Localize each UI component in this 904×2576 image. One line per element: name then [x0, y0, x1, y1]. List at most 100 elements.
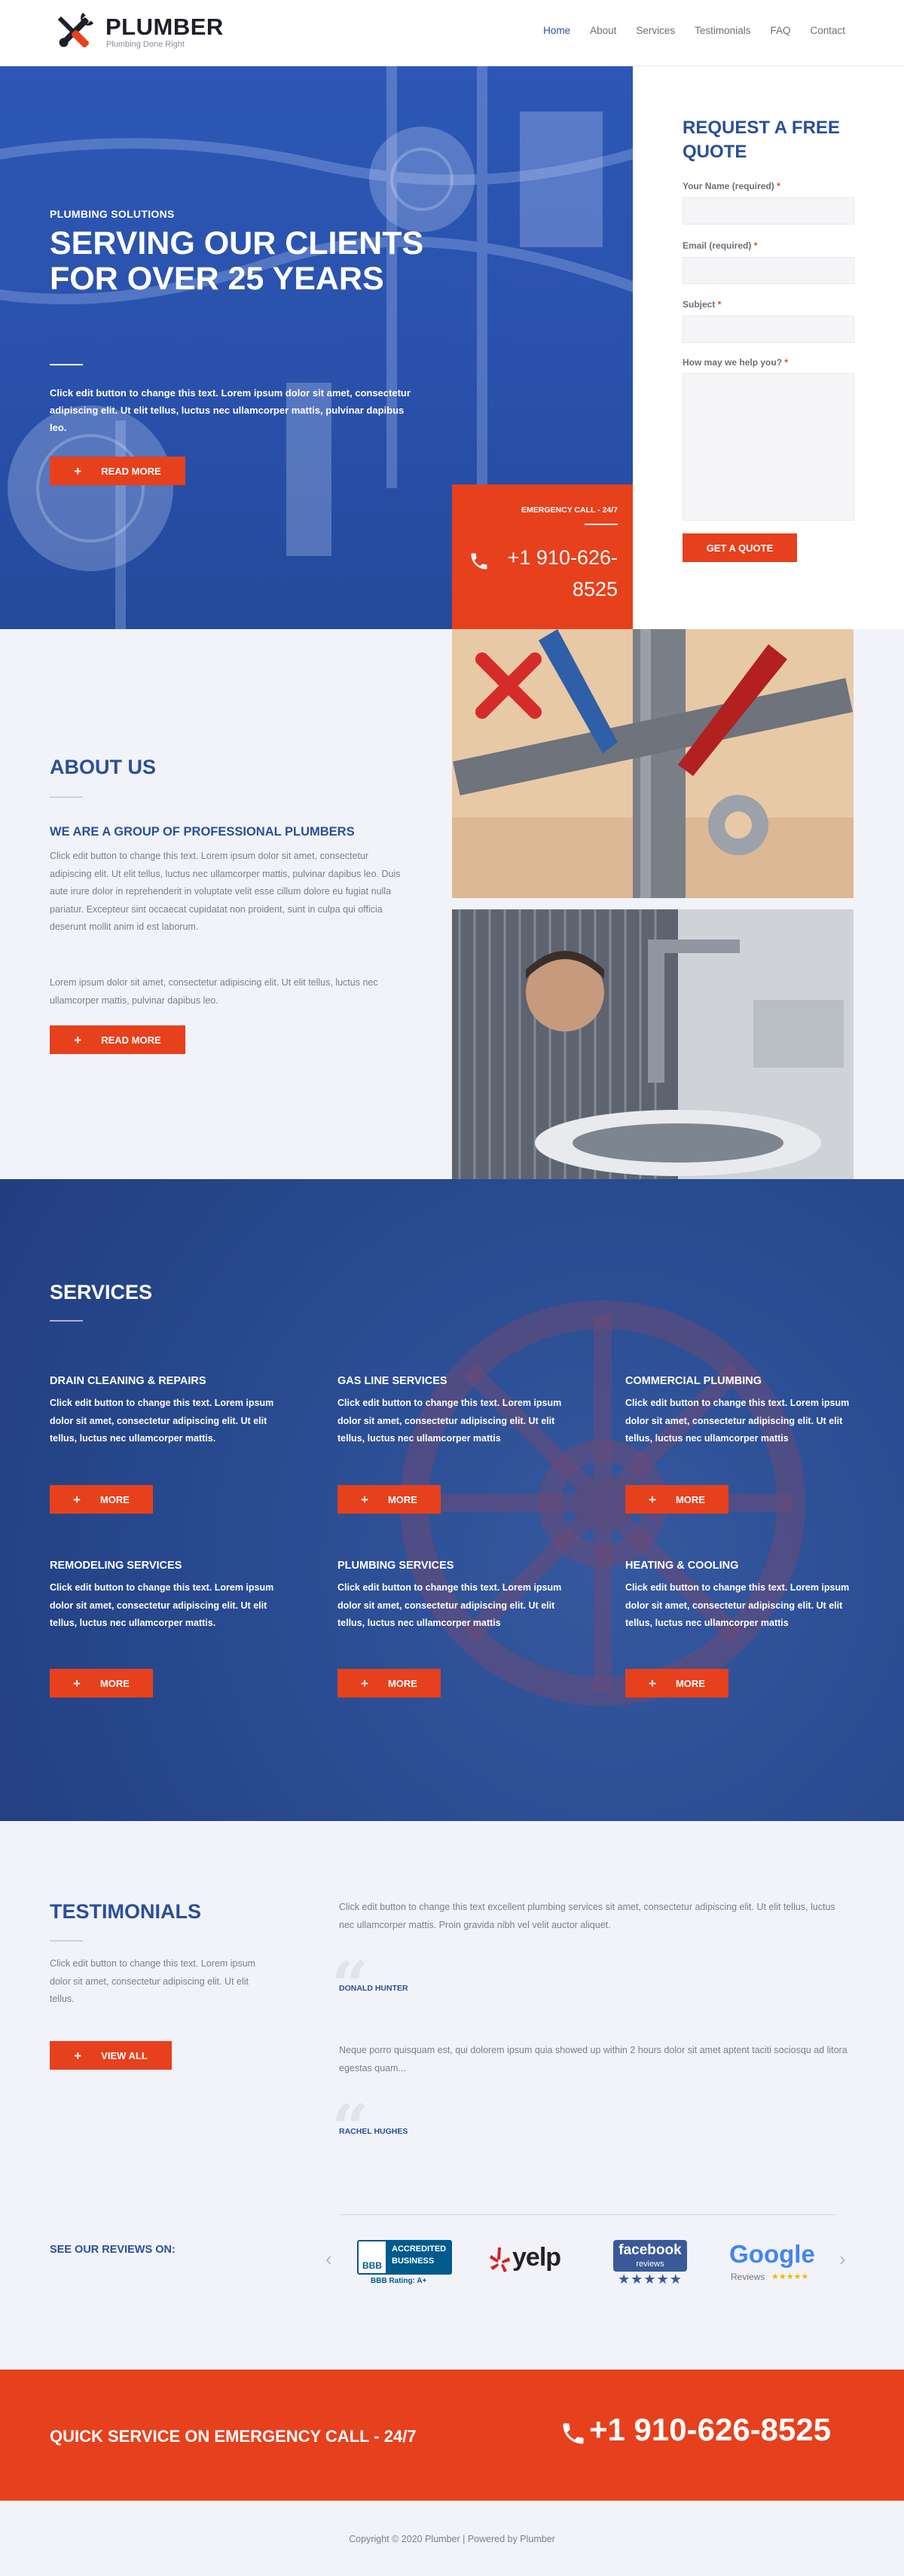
- bbb-review-badge[interactable]: BBB ACCREDITED BUSINESS BBB Rating: A+: [357, 2240, 452, 2288]
- email-field[interactable]: [683, 257, 854, 284]
- testimonials-section: TESTIMONIALS Click edit button to change…: [0, 1821, 904, 2370]
- testimonial-quote: Click edit button to change this text ex…: [339, 1902, 835, 1930]
- subject-field[interactable]: [683, 316, 854, 343]
- about-section: ABOUT US WE ARE A GROUP OF PROFESSIONAL …: [0, 629, 904, 1179]
- hero-divider: [50, 364, 83, 365]
- service-card: PLUMBING SERVICES Click edit button to c…: [337, 1560, 563, 1633]
- main-nav: Home About Services Testimonials FAQ Con…: [543, 25, 845, 36]
- service-text: Click edit button to change this text. L…: [50, 1398, 274, 1444]
- name-label: Your Name (required) *: [683, 181, 780, 191]
- quote-form-title: REQUEST A FREE QUOTE: [683, 118, 840, 162]
- more-label: MORE: [99, 1677, 130, 1689]
- plumber-fixing-sink-photo: [452, 909, 854, 1179]
- service-card: REMODELING SERVICES Click edit button to…: [50, 1560, 276, 1633]
- about-subtitle: WE ARE A GROUP OF PROFESSIONAL PLUMBERS: [50, 825, 355, 839]
- service-title: REMODELING SERVICES: [50, 1560, 182, 1572]
- service-title: GAS LINE SERVICES: [337, 1375, 447, 1387]
- service-more-button[interactable]: + MORE: [50, 1485, 153, 1514]
- emergency-band-phone[interactable]: +1 910-626-8525: [589, 2412, 831, 2448]
- message-textarea[interactable]: [683, 373, 854, 521]
- testimonials-divider: [50, 1940, 83, 1942]
- service-title: COMMERCIAL PLUMBING: [625, 1375, 762, 1387]
- plus-icon: +: [74, 463, 82, 478]
- google-review-badge[interactable]: Google Reviews ★★★★★: [725, 2240, 820, 2288]
- service-more-button[interactable]: + MORE: [50, 1669, 153, 1697]
- facebook-review-badge[interactable]: facebook reviews ★★★★★: [613, 2240, 687, 2288]
- reviews-label: SEE OUR REVIEWS ON:: [50, 2244, 176, 2256]
- nav-home[interactable]: Home: [543, 25, 570, 36]
- reviews-divider: [339, 2214, 836, 2215]
- plus-icon: +: [73, 1492, 81, 1507]
- nav-faq[interactable]: FAQ: [770, 25, 790, 36]
- service-more-button[interactable]: + MORE: [337, 1669, 441, 1697]
- service-more-button[interactable]: + MORE: [625, 1669, 728, 1697]
- hero-read-more-label: READ MORE: [101, 465, 161, 477]
- plus-icon: +: [361, 1676, 368, 1691]
- emergency-band-text: QUICK SERVICE ON EMERGENCY CALL - 24/7: [50, 2427, 417, 2446]
- get-a-quote-button[interactable]: GET A QUOTE: [683, 533, 797, 562]
- view-all-button[interactable]: + VIEW ALL: [50, 2041, 172, 2070]
- services-title: SERVICES: [50, 1281, 153, 1303]
- chevron-left-icon[interactable]: ‹: [325, 2248, 332, 2271]
- view-all-label: VIEW ALL: [101, 2049, 148, 2061]
- plus-icon: +: [361, 1492, 368, 1507]
- quote-form: REQUEST A FREE QUOTE Your Name (required…: [633, 66, 904, 629]
- copyright-text: Copyright © 2020 Plumber | Powered by Pl…: [349, 2534, 555, 2544]
- bbb-rating: BBB Rating: A+: [371, 2277, 427, 2285]
- hero-title: SERVING OUR CLIENTS FOR OVER 25 YEARS: [50, 225, 424, 297]
- about-read-more-label: READ MORE: [101, 1034, 161, 1046]
- emergency-call-band: QUICK SERVICE ON EMERGENCY CALL - 24/7 +…: [0, 2370, 904, 2501]
- bbb-torch-icon: BBB: [359, 2241, 386, 2273]
- plus-icon: +: [649, 1676, 656, 1691]
- service-title: DRAIN CLEANING & REPAIRS: [50, 1375, 206, 1387]
- about-read-more-button[interactable]: + READ MORE: [50, 1025, 185, 1054]
- service-text: Click edit button to change this text. L…: [50, 1582, 274, 1628]
- facebook-stars: ★★★★★: [618, 2272, 683, 2287]
- service-text: Click edit button to change this text. L…: [625, 1398, 850, 1444]
- facebook-wordmark: facebook: [618, 2242, 682, 2258]
- service-card: COMMERCIAL PLUMBING Click edit button to…: [625, 1375, 851, 1448]
- email-label: Email (required) *: [683, 240, 758, 251]
- emergency-call-label: EMERGENCY CALL - 24/7: [521, 506, 618, 515]
- yelp-review-badge[interactable]: yelp: [488, 2243, 571, 2281]
- plus-icon: +: [649, 1492, 656, 1507]
- testimonial-author: RACHEL HUGHES: [339, 2127, 408, 2136]
- nav-contact[interactable]: Contact: [810, 25, 845, 36]
- phone-icon: [471, 553, 487, 570]
- more-label: MORE: [387, 1677, 417, 1689]
- subject-label: Subject *: [683, 299, 722, 310]
- google-stars: ★★★★★: [771, 2272, 809, 2281]
- service-more-button[interactable]: + MORE: [625, 1485, 728, 1514]
- more-label: MORE: [387, 1493, 417, 1505]
- phone-icon: [563, 2423, 584, 2444]
- site-brand[interactable]: PLUMBER: [105, 14, 224, 41]
- more-label: MORE: [675, 1493, 705, 1505]
- google-reviews-label: Reviews: [731, 2272, 765, 2282]
- yelp-wordmark: yelp: [512, 2243, 561, 2272]
- site-tagline: Plumbing Done Right: [106, 40, 185, 49]
- nav-services[interactable]: Services: [636, 25, 675, 36]
- chevron-right-icon[interactable]: ›: [839, 2248, 846, 2271]
- testimonials-intro: Click edit button to change this text. L…: [50, 1958, 256, 2004]
- service-text: Click edit button to change this text. L…: [337, 1582, 562, 1628]
- emergency-phone-number[interactable]: +1 910-626-8525: [490, 542, 618, 605]
- hero-read-more-button[interactable]: + READ MORE: [50, 457, 185, 485]
- nav-testimonials[interactable]: Testimonials: [695, 25, 750, 36]
- bbb-line-2: BUSINESS: [392, 2257, 435, 2266]
- emergency-call-box[interactable]: EMERGENCY CALL - 24/7 +1 910-626-8525: [452, 484, 633, 629]
- testimonial-quote: Neque porro quisquam est, qui dolorem ip…: [339, 2045, 848, 2073]
- site-header: PLUMBER Plumbing Done Right Home About S…: [0, 0, 904, 66]
- about-paragraph-2: Lorem ipsum dolor sit amet, consectetur …: [50, 977, 378, 1006]
- facebook-reviews-label: reviews: [636, 2260, 664, 2269]
- name-field[interactable]: [683, 197, 854, 225]
- about-paragraph-1: Click edit button to change this text. L…: [50, 851, 401, 932]
- plus-icon: +: [73, 1676, 81, 1691]
- service-card: GAS LINE SERVICES Click edit button to c…: [337, 1375, 563, 1448]
- crossed-wrench-and-screwdriver-icon[interactable]: [50, 9, 98, 56]
- site-footer: Copyright © 2020 Plumber | Powered by Pl…: [0, 2501, 904, 2576]
- service-title: HEATING & COOLING: [625, 1560, 739, 1572]
- more-label: MORE: [675, 1677, 705, 1689]
- service-more-button[interactable]: + MORE: [337, 1485, 441, 1514]
- service-text: Click edit button to change this text. L…: [337, 1398, 562, 1444]
- nav-about[interactable]: About: [590, 25, 616, 36]
